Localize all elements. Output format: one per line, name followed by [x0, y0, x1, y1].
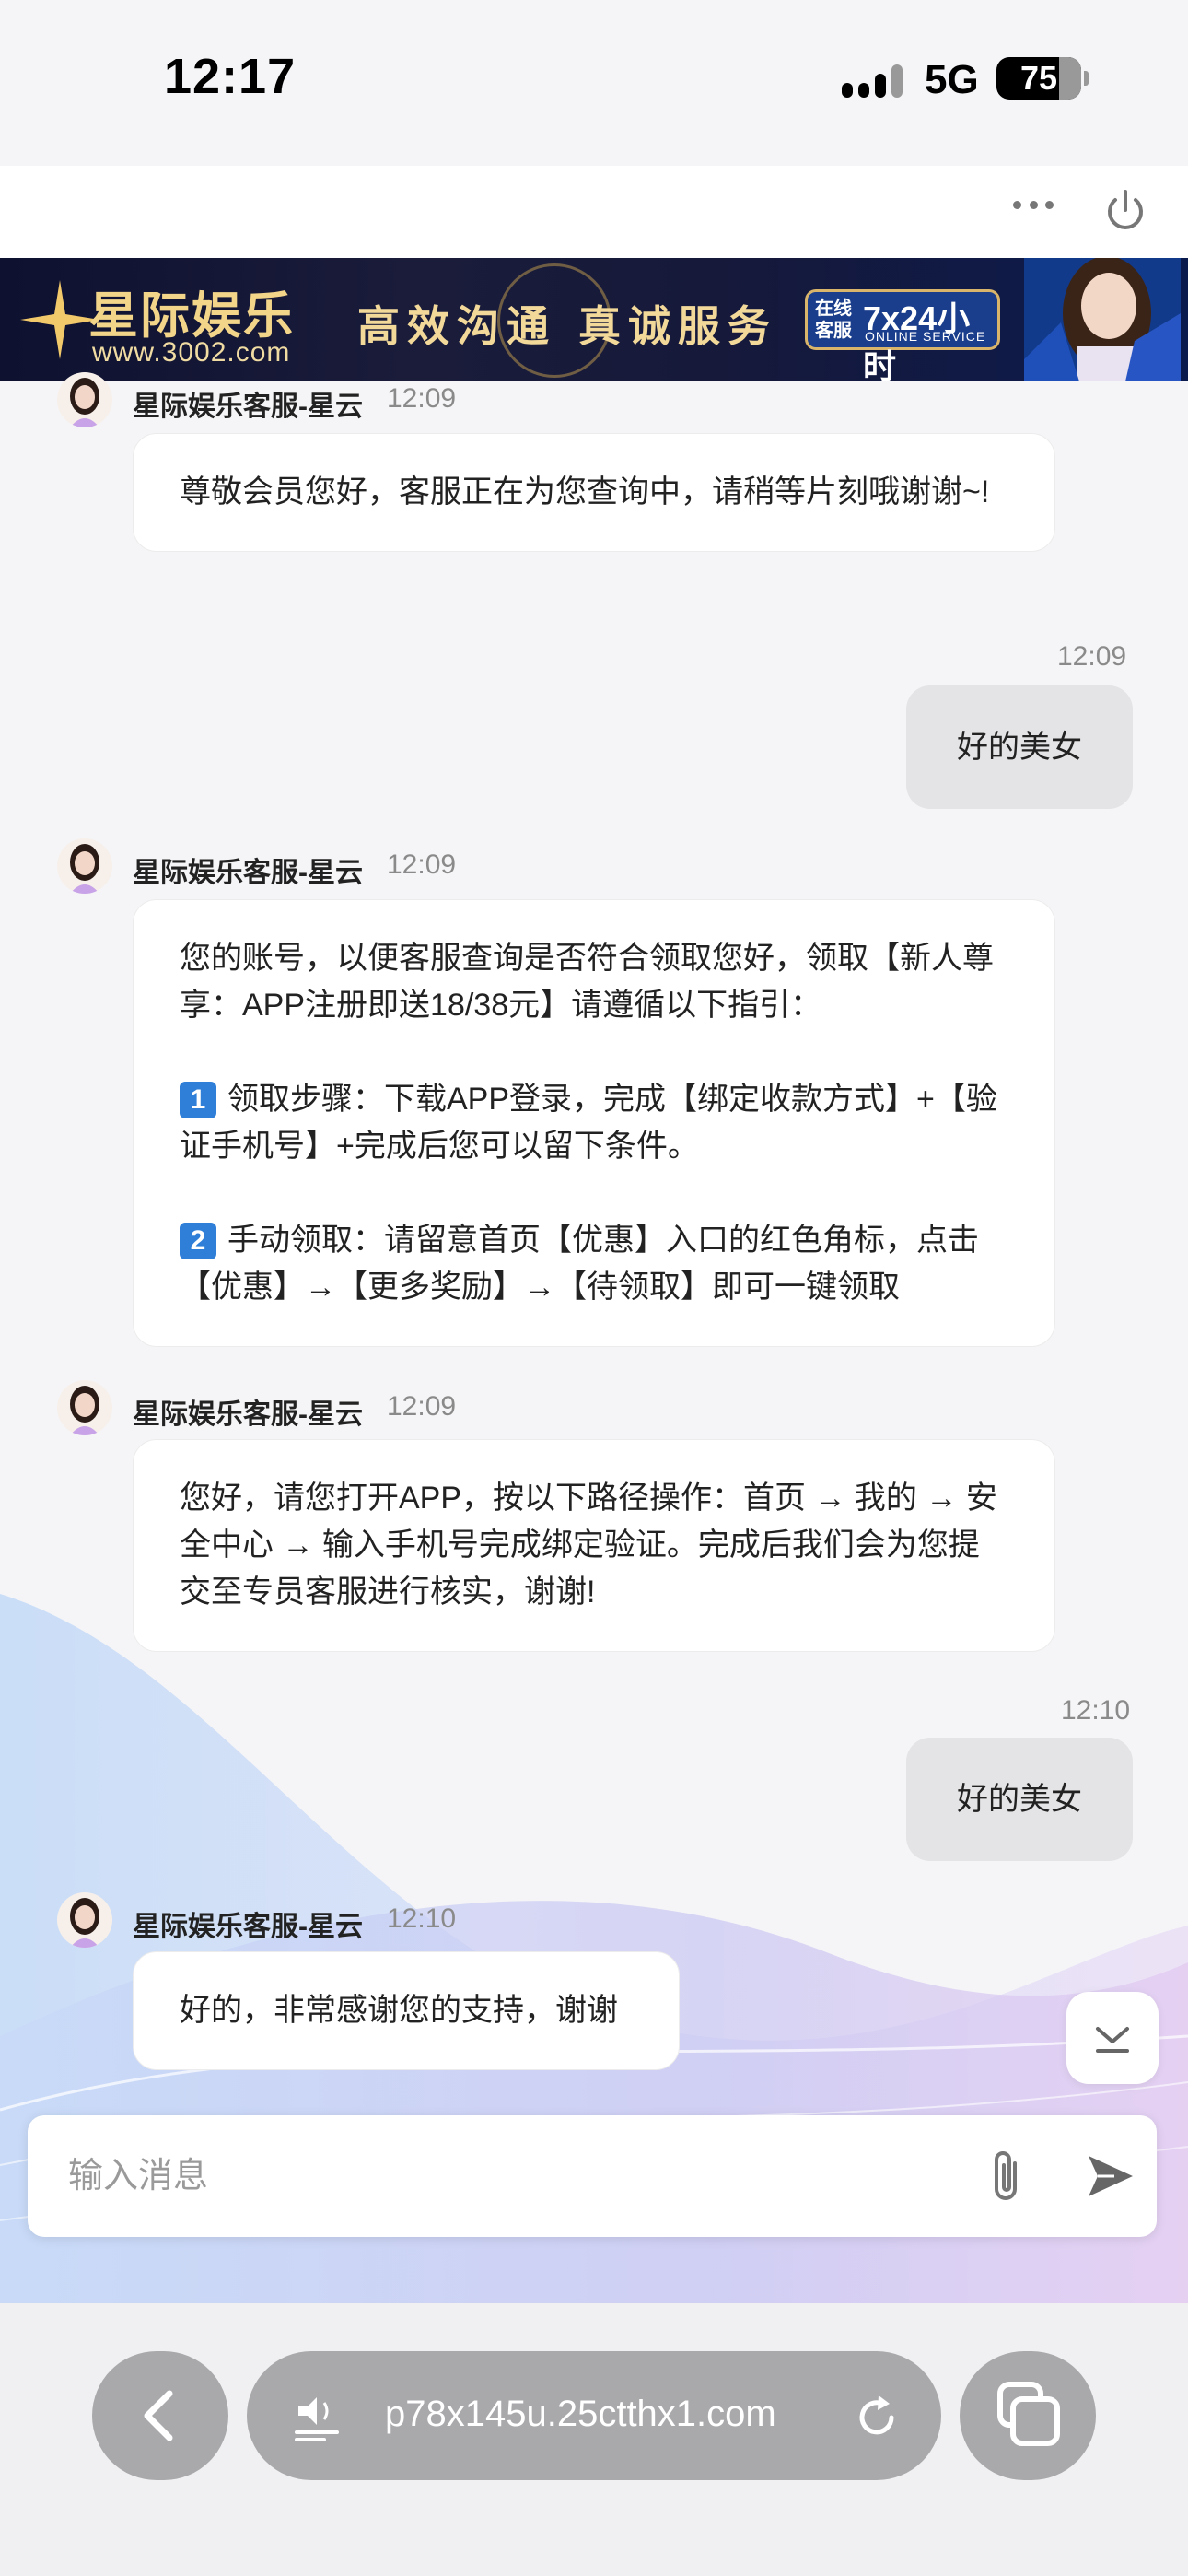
number-one-badge: 1	[180, 1082, 216, 1118]
chat-page: 12:17 5G 75 星际娱乐 www.3002.com 高效沟通 真诚服务 …	[0, 0, 1188, 2576]
number-two-badge: 2	[180, 1223, 216, 1259]
speaker-icon[interactable]	[293, 2388, 348, 2443]
message-text: 您好，请您打开APP，按以下路径操作：首页 → 我的 → 安全中心 → 输入手机…	[180, 1481, 997, 1610]
power-icon[interactable]	[1101, 188, 1149, 236]
battery-icon: 75	[996, 57, 1089, 100]
avatar	[57, 1380, 112, 1435]
battery-level: 75	[1019, 59, 1058, 97]
signal-icon	[842, 63, 906, 100]
reload-icon[interactable]	[851, 2392, 903, 2443]
address-bar[interactable]: p78x145u.25ctthx1.com	[247, 2351, 941, 2480]
status-bar: 12:17 5G 75	[0, 0, 1188, 166]
network-type: 5G	[925, 57, 979, 102]
promo-banner[interactable]: 星际娱乐 www.3002.com 高效沟通 真诚服务 在线 客服 7x24小时…	[0, 258, 1188, 381]
message-time: 12:09	[387, 849, 457, 880]
banner-model-image	[1024, 258, 1181, 381]
sender-name: 星际娱乐客服-星云	[133, 1912, 363, 1942]
message-input[interactable]	[68, 2152, 952, 2200]
badge-online: ONLINE SERVICE	[865, 329, 986, 344]
message-time: 12:10	[1061, 1695, 1131, 1726]
chevron-left-icon	[144, 2390, 173, 2441]
step-two-text: 手动领取：请留意首页【优惠】入口的红色角标，点击【优惠】→【更多奖励】→【待领取…	[180, 1223, 979, 1305]
message-text: 好的美女	[957, 1782, 1082, 1817]
banner-url: www.3002.com	[92, 337, 291, 368]
step-two: 2 手动领取：请留意首页【优惠】入口的红色角标，点击【优惠】→【更多奖励】→【待领…	[180, 1217, 1008, 1311]
message-text: 好的美女	[957, 730, 1082, 765]
avatar	[57, 1892, 112, 1948]
service-badge: 在线 客服 7x24小时 ONLINE SERVICE	[805, 289, 1000, 381]
message-text: 尊敬会员您好，客服正在为您查询中，请稍等片刻哦谢谢~!	[180, 474, 990, 509]
badge-small-text: 在线 客服	[815, 299, 852, 341]
more-icon[interactable]	[1013, 184, 1054, 225]
sender-name: 星际娱乐客服-星云	[133, 392, 363, 422]
tabs-icon	[997, 2382, 1060, 2446]
message-text: 好的，非常感谢您的支持，谢谢	[180, 1993, 618, 2028]
step-one: 1 领取步骤：下载APP登录，完成【绑定收款方式】+【验证手机号】+完成后您可以留…	[180, 1076, 1008, 1170]
message-time: 12:10	[387, 1903, 457, 1934]
back-button[interactable]	[92, 2351, 228, 2480]
outgoing-message: 好的美女	[906, 685, 1133, 809]
banner-slogan: 高效沟通 真诚服务	[357, 301, 778, 351]
paperclip-icon[interactable]	[980, 2149, 1033, 2204]
incoming-message: 好的，非常感谢您的支持，谢谢	[133, 1951, 680, 2070]
chevron-down-icon	[1096, 2027, 1129, 2053]
message-composer	[28, 2115, 1157, 2237]
incoming-message: 您好，请您打开APP，按以下路径操作：首页 → 我的 → 安全中心 → 输入手机…	[133, 1439, 1055, 1652]
sender-name: 星际娱乐客服-星云	[133, 1399, 363, 1430]
sender-name: 星际娱乐客服-星云	[133, 858, 363, 888]
message-text: 您的账号，以便客服查询是否符合领取您好，领取【新人尊享：APP注册即送18/38…	[180, 941, 994, 1023]
chat-top-bar	[0, 166, 1188, 258]
message-time: 12:09	[387, 383, 457, 414]
scroll-to-bottom-button[interactable]	[1066, 1992, 1159, 2084]
avatar	[57, 372, 112, 427]
message-time: 12:09	[1057, 641, 1127, 672]
url-text: p78x145u.25ctthx1.com	[385, 2394, 776, 2434]
incoming-message: 您的账号，以便客服查询是否符合领取您好，领取【新人尊享：APP注册即送18/38…	[133, 899, 1055, 1347]
status-time: 12:17	[164, 49, 297, 104]
tabs-button[interactable]	[960, 2351, 1096, 2480]
message-time: 12:09	[387, 1391, 457, 1422]
send-icon[interactable]	[1083, 2150, 1138, 2202]
step-one-text: 领取步骤：下载APP登录，完成【绑定收款方式】+【验证手机号】+完成后您可以留下…	[180, 1082, 997, 1164]
outgoing-message: 好的美女	[906, 1738, 1133, 1861]
avatar	[57, 838, 112, 894]
incoming-message: 尊敬会员您好，客服正在为您查询中，请稍等片刻哦谢谢~!	[133, 433, 1055, 552]
